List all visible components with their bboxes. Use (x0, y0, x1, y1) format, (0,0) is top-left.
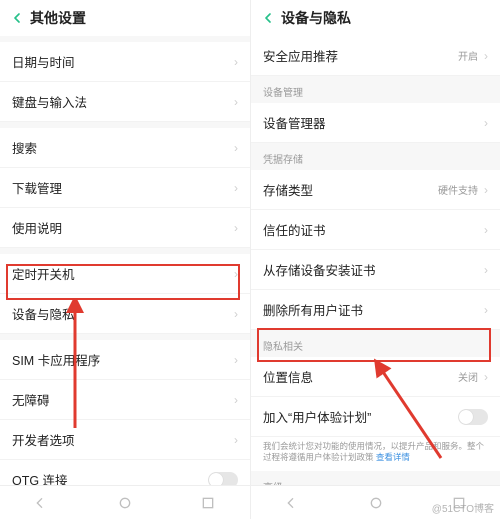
chevron-right-icon: › (234, 353, 238, 367)
right-pane: 设备与隐私 安全应用推荐开启›设备管理设备管理器›凭据存储存储类型硬件支持›信任… (250, 0, 500, 519)
chevron-right-icon: › (234, 221, 238, 235)
back-icon[interactable] (259, 9, 277, 27)
toggle[interactable] (458, 409, 488, 425)
row-label: 位置信息 (263, 367, 458, 386)
chevron-right-icon: › (234, 55, 238, 69)
row-value: 关闭 (458, 369, 478, 384)
section-label: 高级 (251, 471, 500, 485)
row-trustedcerts[interactable]: 信任的证书› (251, 210, 500, 250)
chevron-right-icon: › (234, 95, 238, 109)
left-pane: 其他设置 日期与时间›键盘与输入法›搜索›下载管理›使用说明›定时开关机›设备与… (0, 0, 250, 519)
chevron-right-icon: › (484, 303, 488, 317)
chevron-right-icon: › (234, 393, 238, 407)
row-storetype[interactable]: 存储类型硬件支持 › (251, 170, 500, 210)
chevron-right-icon: › (484, 116, 488, 130)
right-list: 安全应用推荐开启›设备管理设备管理器›凭据存储存储类型硬件支持›信任的证书›从存… (251, 36, 500, 485)
chevron-right-icon: › (484, 223, 488, 237)
row-value: 硬件支持 (438, 182, 478, 197)
row-label: 设备管理器 (263, 113, 484, 132)
row-label: 存储类型 (263, 180, 438, 199)
row-uxplan[interactable]: 加入“用户体验计划” (251, 397, 500, 437)
row-privacy[interactable]: 设备与隐私› (0, 294, 250, 334)
chevron-right-icon: › (234, 267, 238, 281)
row-label: OTG 连接 (12, 470, 208, 485)
left-header: 其他设置 (0, 0, 250, 36)
row-download[interactable]: 下载管理› (0, 168, 250, 208)
row-installcert[interactable]: 从存储设备安装证书› (251, 250, 500, 290)
row-otg[interactable]: OTG 连接 (0, 460, 250, 485)
chevron-right-icon: › (484, 370, 488, 384)
row-timer[interactable]: 定时开关机› (0, 254, 250, 294)
row-label: 安全应用推荐 (263, 46, 458, 65)
row-label: 键盘与输入法 (12, 92, 234, 111)
left-title: 其他设置 (30, 8, 86, 28)
right-title: 设备与隐私 (281, 8, 351, 28)
nav-recents-icon[interactable] (167, 486, 250, 519)
row-label: 搜索 (12, 138, 234, 157)
description-text: 我们会统计您对功能的使用情况，以提升产品和服务。整个过程将遵循用户体验计划政策 … (251, 437, 500, 471)
chevron-right-icon: › (484, 49, 488, 63)
row-label: 删除所有用户证书 (263, 300, 484, 319)
nav-back-icon[interactable] (251, 486, 334, 519)
row-label: 定时开关机 (12, 264, 234, 283)
row-search[interactable]: 搜索› (0, 128, 250, 168)
row-label: 开发者选项 (12, 430, 234, 449)
row-label: 日期与时间 (12, 52, 234, 71)
chevron-right-icon: › (234, 181, 238, 195)
chevron-right-icon: › (234, 307, 238, 321)
toggle[interactable] (208, 472, 238, 486)
nav-home-icon[interactable] (334, 486, 417, 519)
row-keyboard[interactable]: 键盘与输入法› (0, 82, 250, 122)
row-label: 从存储设备安装证书 (263, 260, 484, 279)
row-datetime[interactable]: 日期与时间› (0, 42, 250, 82)
chevron-right-icon: › (234, 433, 238, 447)
chevron-right-icon: › (484, 263, 488, 277)
left-navbar (0, 485, 250, 519)
row-label: 无障碍 (12, 390, 234, 409)
row-label: 设备与隐私 (12, 304, 234, 323)
row-location[interactable]: 位置信息关闭 › (251, 357, 500, 397)
left-list: 日期与时间›键盘与输入法›搜索›下载管理›使用说明›定时开关机›设备与隐私›SI… (0, 36, 250, 485)
section-label: 凭据存储 (251, 143, 500, 170)
row-sim[interactable]: SIM 卡应用程序› (0, 340, 250, 380)
nav-back-icon[interactable] (0, 486, 83, 519)
row-dev[interactable]: 开发者选项› (0, 420, 250, 460)
chevron-right-icon: › (234, 141, 238, 155)
row-label: 加入“用户体验计划” (263, 407, 458, 426)
row-devadmin[interactable]: 设备管理器› (251, 103, 500, 143)
section-label: 隐私相关 (251, 330, 500, 357)
right-header: 设备与隐私 (251, 0, 500, 36)
section-label: 设备管理 (251, 76, 500, 103)
row-a11y[interactable]: 无障碍› (0, 380, 250, 420)
row-label: 下载管理 (12, 178, 234, 197)
row-label: 信任的证书 (263, 220, 484, 239)
nav-home-icon[interactable] (83, 486, 166, 519)
row-help[interactable]: 使用说明› (0, 208, 250, 248)
row-label: SIM 卡应用程序 (12, 350, 234, 369)
chevron-right-icon: › (484, 183, 488, 197)
row-value: 开启 (458, 48, 478, 63)
watermark: @51CTO博客 (432, 500, 494, 515)
row-label: 使用说明 (12, 218, 234, 237)
view-details-link[interactable]: 查看详情 (376, 452, 410, 462)
back-icon[interactable] (8, 9, 26, 27)
row-appsuggest[interactable]: 安全应用推荐开启 › (251, 36, 500, 76)
row-clearcerts[interactable]: 删除所有用户证书› (251, 290, 500, 330)
